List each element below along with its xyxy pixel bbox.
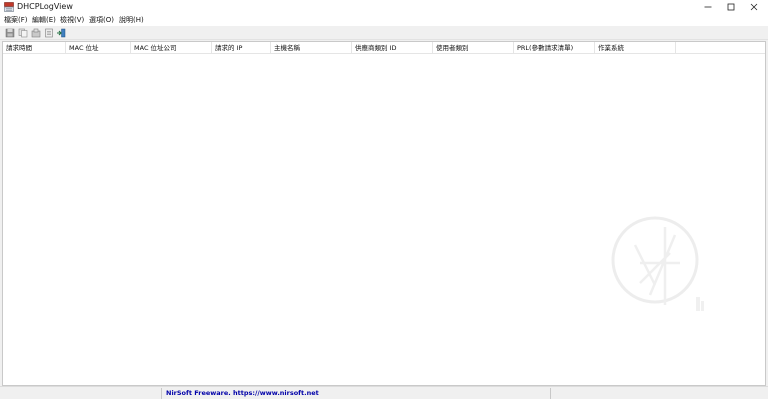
title-bar: DHCPLogView	[0, 0, 768, 14]
column-header-mac-company[interactable]: MAC 位址公司	[131, 42, 212, 54]
minimize-button[interactable]	[696, 0, 720, 14]
menu-file[interactable]: 檔案(F)	[4, 15, 28, 25]
menu-view[interactable]: 檢視(V)	[60, 15, 84, 25]
properties-icon[interactable]	[31, 28, 41, 38]
menu-edit[interactable]: 編輯(E)	[32, 15, 56, 25]
menu-options[interactable]: 選項(O)	[89, 15, 114, 25]
window-title: DHCPLogView	[17, 2, 73, 11]
status-pane-right	[551, 388, 768, 399]
copy-icon[interactable]	[18, 28, 28, 38]
column-header-prl[interactable]: PRL(參數請求清單)	[514, 42, 595, 54]
maximize-button[interactable]	[719, 0, 743, 14]
column-header-requested-ip[interactable]: 請求的 IP	[212, 42, 271, 54]
minimize-icon	[704, 6, 712, 8]
column-header-operating-system[interactable]: 作業系統	[595, 42, 676, 54]
status-pane-count	[0, 388, 162, 399]
dhcp-log-icon[interactable]	[4, 2, 14, 12]
column-header-vendor-class-id[interactable]: 供應商類別 ID	[352, 42, 433, 54]
nirsoft-link[interactable]: NirSoft Freeware. https://www.nirsoft.ne…	[166, 389, 319, 397]
menu-bar: 檔案(F) 編輯(E) 檢視(V) 選項(O) 說明(H)	[0, 14, 768, 26]
column-header-request-time[interactable]: 請求時間	[3, 42, 66, 54]
exit-icon[interactable]	[56, 28, 66, 38]
menu-help[interactable]: 說明(H)	[119, 15, 144, 25]
close-button[interactable]	[742, 0, 766, 14]
column-header-mac-address[interactable]: MAC 位址	[66, 42, 131, 54]
close-icon	[750, 3, 758, 11]
status-pane-nirsoft[interactable]: NirSoft Freeware. https://www.nirsoft.ne…	[162, 388, 551, 399]
save-icon[interactable]	[5, 28, 15, 38]
column-header-user-class[interactable]: 使用者類別	[433, 42, 514, 54]
column-header-row: 請求時間 MAC 位址 MAC 位址公司 請求的 IP 主機名稱 供應商類別 I…	[3, 42, 765, 54]
maximize-icon	[727, 3, 735, 11]
status-bar: NirSoft Freeware. https://www.nirsoft.ne…	[0, 386, 768, 399]
column-header-host-name[interactable]: 主機名稱	[271, 42, 352, 54]
html-report-icon[interactable]	[44, 28, 54, 38]
toolbar	[0, 26, 768, 40]
nirsoft-watermark-logo	[611, 216, 704, 311]
